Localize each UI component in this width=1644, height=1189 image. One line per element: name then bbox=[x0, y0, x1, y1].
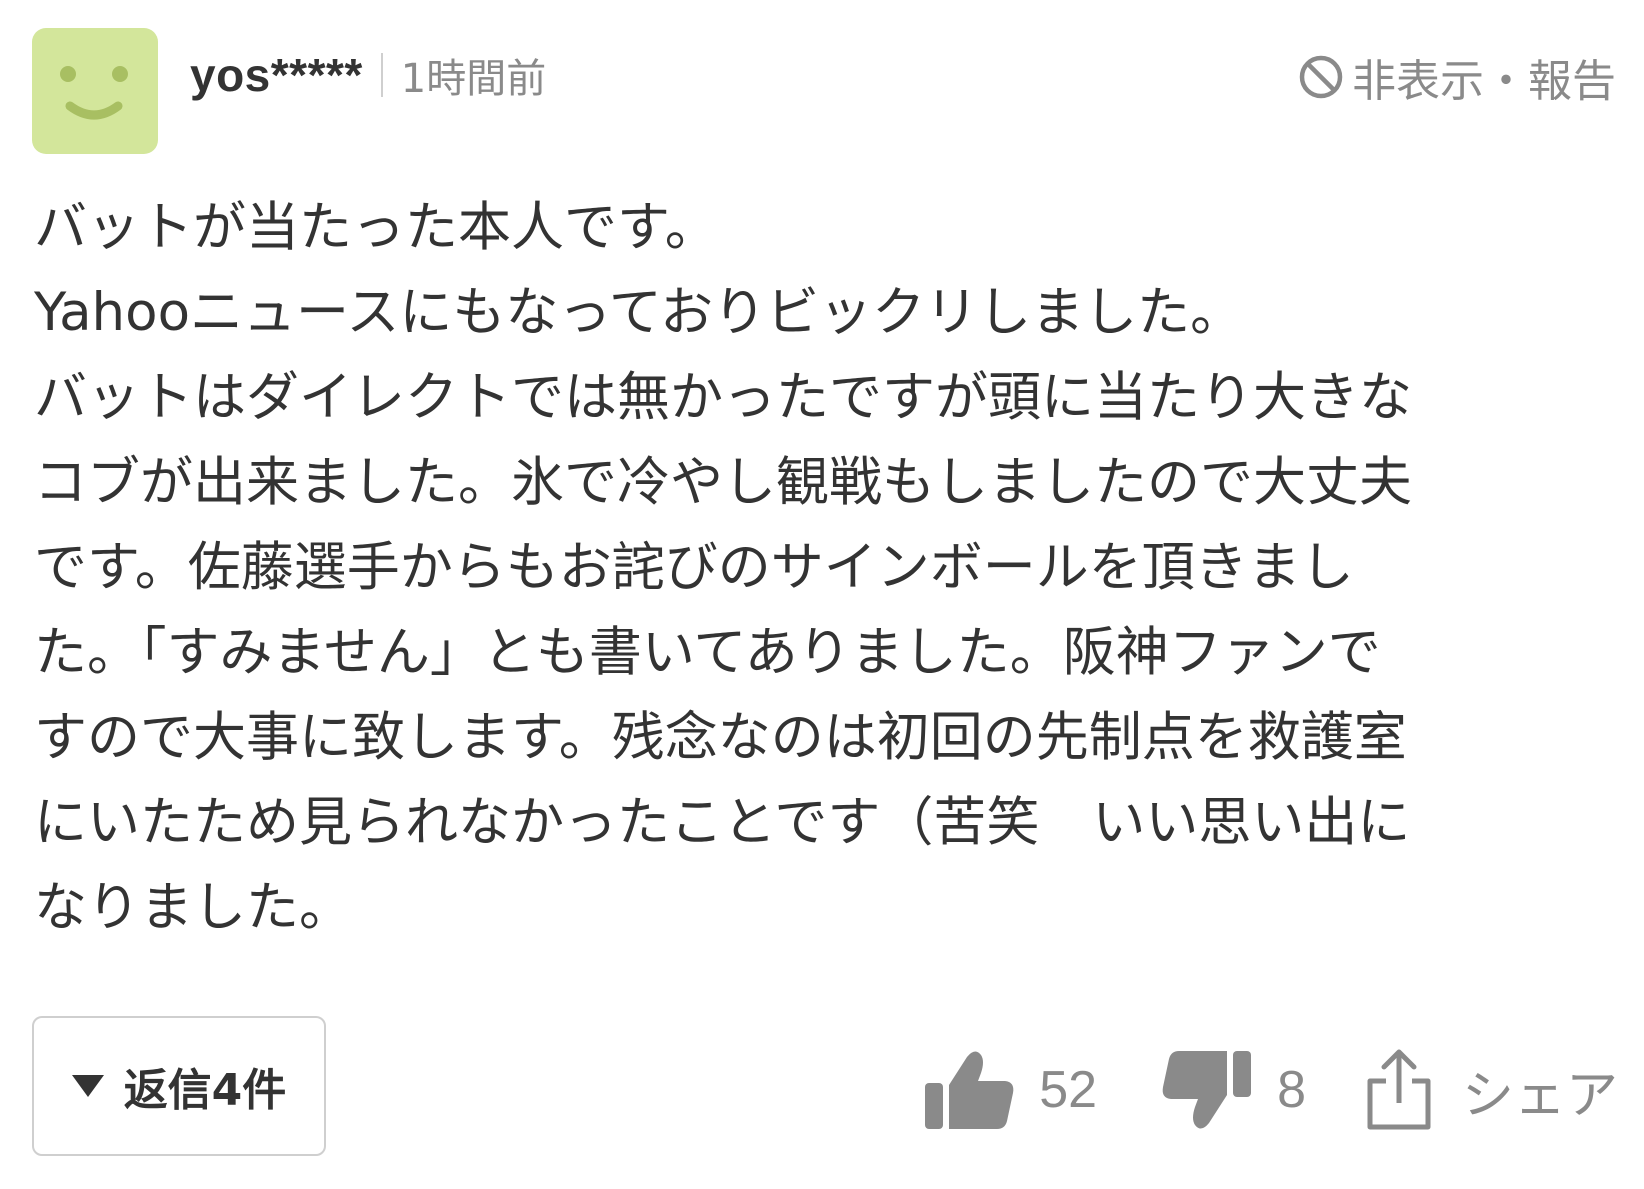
triangle-down-icon bbox=[71, 1075, 104, 1097]
share-button[interactable]: シェア bbox=[1364, 1047, 1618, 1133]
timestamp: 1時間前 bbox=[400, 56, 547, 102]
thumbs-up-icon bbox=[925, 1051, 1014, 1129]
dislike-button[interactable]: 8 bbox=[1161, 1047, 1306, 1133]
comment-actions: 52 8 シェア bbox=[923, 1040, 1618, 1140]
comment-header: yos***** 1時間前 bbox=[190, 40, 546, 110]
hide-report-button[interactable]: 非表示・報告 bbox=[1298, 42, 1616, 112]
hide-report-label: 非表示・報告 bbox=[1352, 56, 1616, 107]
share-label: シェア bbox=[1461, 1065, 1618, 1126]
replies-toggle-button[interactable]: 返信4件 bbox=[32, 1016, 326, 1156]
like-button[interactable]: 52 bbox=[923, 1047, 1097, 1133]
prohibited-icon bbox=[1298, 54, 1344, 100]
comment-card: yos***** 1時間前 非表示・報告 バットが当たった本人です。 Yahoo… bbox=[0, 0, 1644, 1189]
thumbs-down-icon bbox=[1162, 1051, 1252, 1129]
like-count: 52 bbox=[1039, 1061, 1098, 1119]
username[interactable]: yos***** bbox=[190, 48, 363, 102]
share-icon bbox=[1367, 1049, 1431, 1130]
dislike-count: 8 bbox=[1277, 1061, 1306, 1119]
replies-label: 返信4件 bbox=[123, 1065, 287, 1116]
avatar bbox=[32, 28, 158, 154]
smiley-face-icon bbox=[60, 66, 128, 120]
header-divider bbox=[380, 53, 383, 97]
comment-body: バットが当たった本人です。 Yahooニュースにもなっておりビックリしました。 … bbox=[34, 197, 1412, 938]
